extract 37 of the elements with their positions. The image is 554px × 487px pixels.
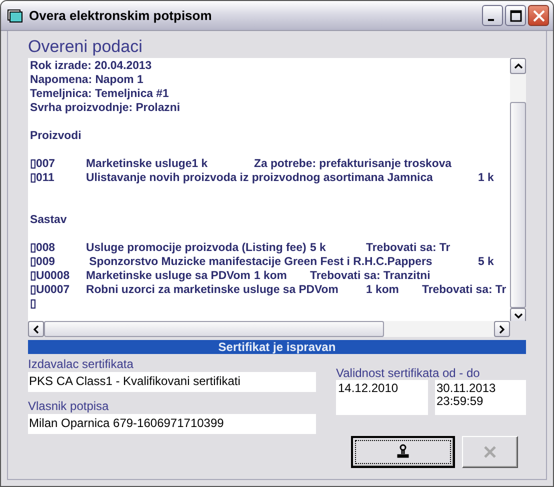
text-line: ▯U0007 Robni uzorci za marketinske usluge sa PDVom 1 kom Trebovati sa: Tr (30, 283, 506, 297)
vertical-scrollbar[interactable] (510, 58, 526, 321)
text-line: ▯007 Marketinske usluge1 k Za potrebe: prefakturisanje troskova (30, 157, 452, 171)
section-title: Proizvodi (30, 129, 82, 143)
issuer-field: PKS CA Class1 - Kvalifikovani sertifikati (28, 372, 316, 392)
maximize-icon (510, 10, 522, 22)
text-line: ▯011 Ulistavanje novih proizvoda iz proizvodnog asortimana Jamnica 1 k (30, 171, 494, 185)
field-label: Vlasnik potpisa (28, 399, 110, 413)
text-line: Temeljnica: Temeljnica #1 (30, 87, 169, 101)
scroll-thumb[interactable] (44, 321, 384, 337)
text-line: ▯009 Sponzorstvo Muzicke manifestacije Green Fest i R.H.C.Pappers 5 k (30, 255, 494, 269)
stamp-icon (395, 444, 411, 460)
close-icon (532, 10, 544, 22)
minimize-button[interactable] (482, 5, 503, 26)
text-line: Svrha proizvodnje: Prolazni (30, 101, 180, 115)
field-label: Izdavalac sertifikata (28, 357, 134, 371)
minimize-icon (488, 18, 494, 20)
close-icon (482, 444, 498, 460)
status-banner: Sertifikat je ispravan (28, 340, 526, 354)
maximize-button[interactable] (505, 5, 526, 26)
window-icon (7, 8, 23, 22)
section-title: Sastav (30, 213, 67, 227)
valid-to-field: 30.11.2013 23:59:59 (434, 380, 526, 415)
horizontal-scrollbar[interactable] (28, 321, 510, 337)
field-label: Validnost sertifikata od - do (336, 366, 481, 380)
text-line: Napomena: Napom 1 (30, 73, 144, 87)
valid-from-field: 14.12.2010 (336, 380, 428, 415)
owner-field: Milan Oparnica 679-1606971710399 (28, 414, 316, 434)
window-title: Overa elektronskim potpisom (29, 8, 213, 23)
section-heading: Overeni podaci (28, 37, 144, 58)
sign-button[interactable] (351, 436, 455, 468)
close-button[interactable] (528, 5, 549, 26)
text-line: ▯ (30, 297, 36, 311)
text-line: ▯U0008 Marketinske usluge sa PDVom 1 kom Trebovati sa: Tranzitni (30, 269, 430, 283)
text-line: ▯008 Usluge promocije proizvoda (Listing fee) 5 k Trebovati sa: Tr (30, 241, 450, 255)
text-line: Rok izrade: 20.04.2013 (30, 59, 152, 73)
scroll-thumb[interactable] (510, 102, 526, 308)
